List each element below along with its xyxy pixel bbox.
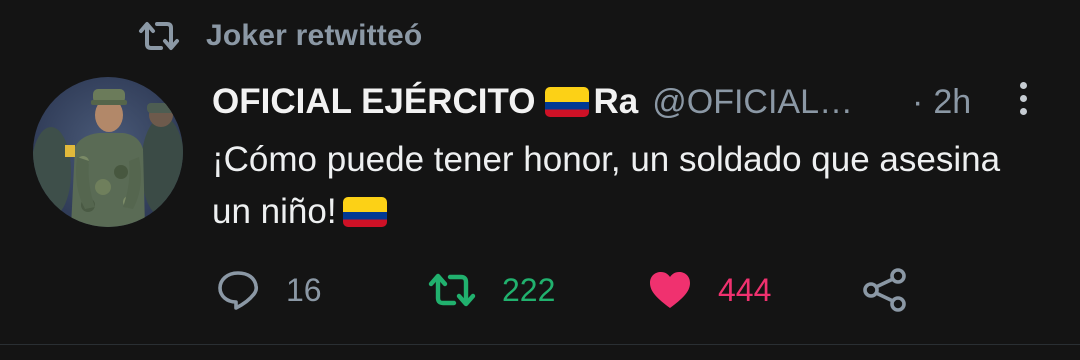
retweet-button[interactable]: 222 [428, 262, 555, 318]
reply-count: 16 [286, 271, 322, 308]
colombia-flag-icon [545, 87, 590, 117]
retweet-icon [138, 20, 180, 52]
more-dot-icon [1019, 94, 1027, 102]
tweet-timestamp[interactable]: · 2h [912, 76, 971, 128]
more-dot-icon [1019, 81, 1027, 89]
colombia-flag-icon [342, 197, 387, 227]
retweet-context[interactable]: Joker retwitteó [138, 14, 422, 58]
retweet-icon [428, 272, 476, 308]
tweet-text: ¡Cómo puede tener honor, un soldado que … [212, 140, 1001, 231]
share-button[interactable] [862, 262, 908, 318]
more-options-button[interactable] [1008, 78, 1038, 118]
tweet-header: OFICIAL EJÉRCITO Ra @OFICIAL… [212, 76, 853, 128]
reply-button[interactable]: 16 [216, 262, 322, 318]
more-dot-icon [1019, 107, 1027, 115]
tweet-body: ¡Cómo puede tener honor, un soldado que … [212, 134, 1032, 238]
retweeted-by-label: Joker retwitteó [206, 19, 423, 52]
like-button[interactable]: 444 [648, 262, 771, 318]
time-separator: · [912, 82, 924, 121]
author-name-suffix[interactable]: Ra [593, 82, 638, 122]
author-handle[interactable]: @OFICIAL… [652, 83, 853, 122]
tweet-divider [0, 344, 1080, 345]
author-display-name[interactable]: OFICIAL EJÉRCITO [212, 82, 535, 122]
time-value: 2h [933, 82, 972, 121]
like-count: 444 [718, 271, 772, 308]
reply-icon [216, 268, 260, 312]
retweet-count: 222 [502, 271, 556, 308]
avatar[interactable] [33, 77, 183, 227]
share-icon [862, 268, 908, 312]
heart-icon [648, 270, 692, 310]
